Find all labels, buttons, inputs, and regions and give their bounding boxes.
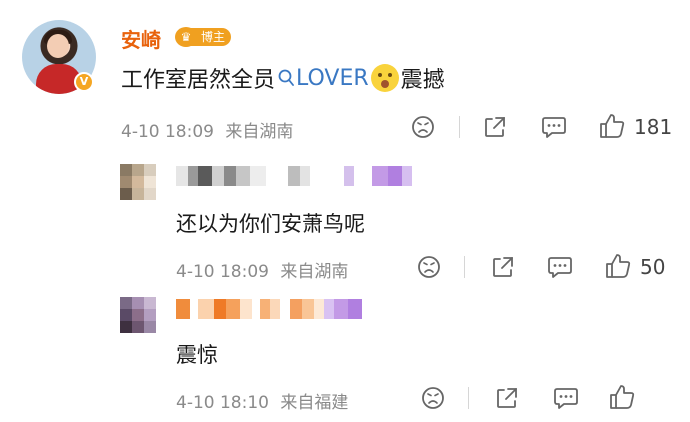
location: 来自湖南 (280, 262, 349, 282)
reply-avatar[interactable] (120, 297, 156, 333)
comment-icon[interactable] (540, 114, 568, 140)
comment-text-after: 震撼 (400, 68, 445, 93)
like-icon[interactable] (608, 383, 636, 411)
topic-label: LOVER (296, 65, 369, 91)
reply-username-blurred[interactable] (176, 299, 362, 319)
reply-meta: 4-10 18:10 来自福建 (176, 388, 348, 413)
reply-username-blurred[interactable] (176, 166, 412, 186)
share-icon[interactable] (494, 385, 520, 411)
timestamp: 4-10 18:09 (121, 122, 214, 142)
crown-icon: ♛ (175, 27, 197, 47)
username[interactable]: 安崎 (121, 24, 161, 53)
like-icon[interactable] (604, 252, 632, 280)
divider (464, 256, 465, 278)
divider (468, 387, 469, 409)
timestamp: 4-10 18:09 (176, 262, 269, 282)
angry-face-icon[interactable] (410, 114, 436, 140)
topic-link[interactable]: LOVER (275, 66, 369, 91)
share-icon[interactable] (490, 254, 516, 280)
timestamp: 4-10 18:10 (176, 393, 269, 413)
reply-meta: 4-10 18:09 来自湖南 (176, 257, 348, 282)
comment-text-before: 工作室居然全员 (121, 68, 276, 93)
blogger-badge: ♛ 博主 (175, 26, 232, 48)
comment-text: 工作室居然全员 LOVER 震撼 (121, 62, 445, 94)
angry-face-icon[interactable] (416, 254, 442, 280)
verified-icon: V (74, 72, 94, 92)
like-count: 50 (640, 255, 666, 279)
location: 来自湖南 (225, 122, 294, 142)
reply-text: 还以为你们安萧鸟呢 (176, 212, 365, 236)
angry-face-icon[interactable] (420, 385, 446, 411)
search-icon (278, 69, 294, 86)
reply-text: 震惊 (176, 343, 218, 367)
comment-meta: 4-10 18:09 来自湖南 (121, 117, 293, 142)
reply-avatar[interactable] (120, 164, 156, 200)
like-count: 181 (634, 115, 673, 139)
badge-label: 博主 (191, 28, 232, 46)
comment-icon[interactable] (546, 254, 574, 280)
share-icon[interactable] (482, 114, 508, 140)
like-icon[interactable] (598, 112, 626, 140)
divider (459, 116, 460, 138)
comment-icon[interactable] (552, 385, 580, 411)
location: 来自福建 (280, 393, 349, 413)
surprised-face-icon (370, 64, 399, 92)
